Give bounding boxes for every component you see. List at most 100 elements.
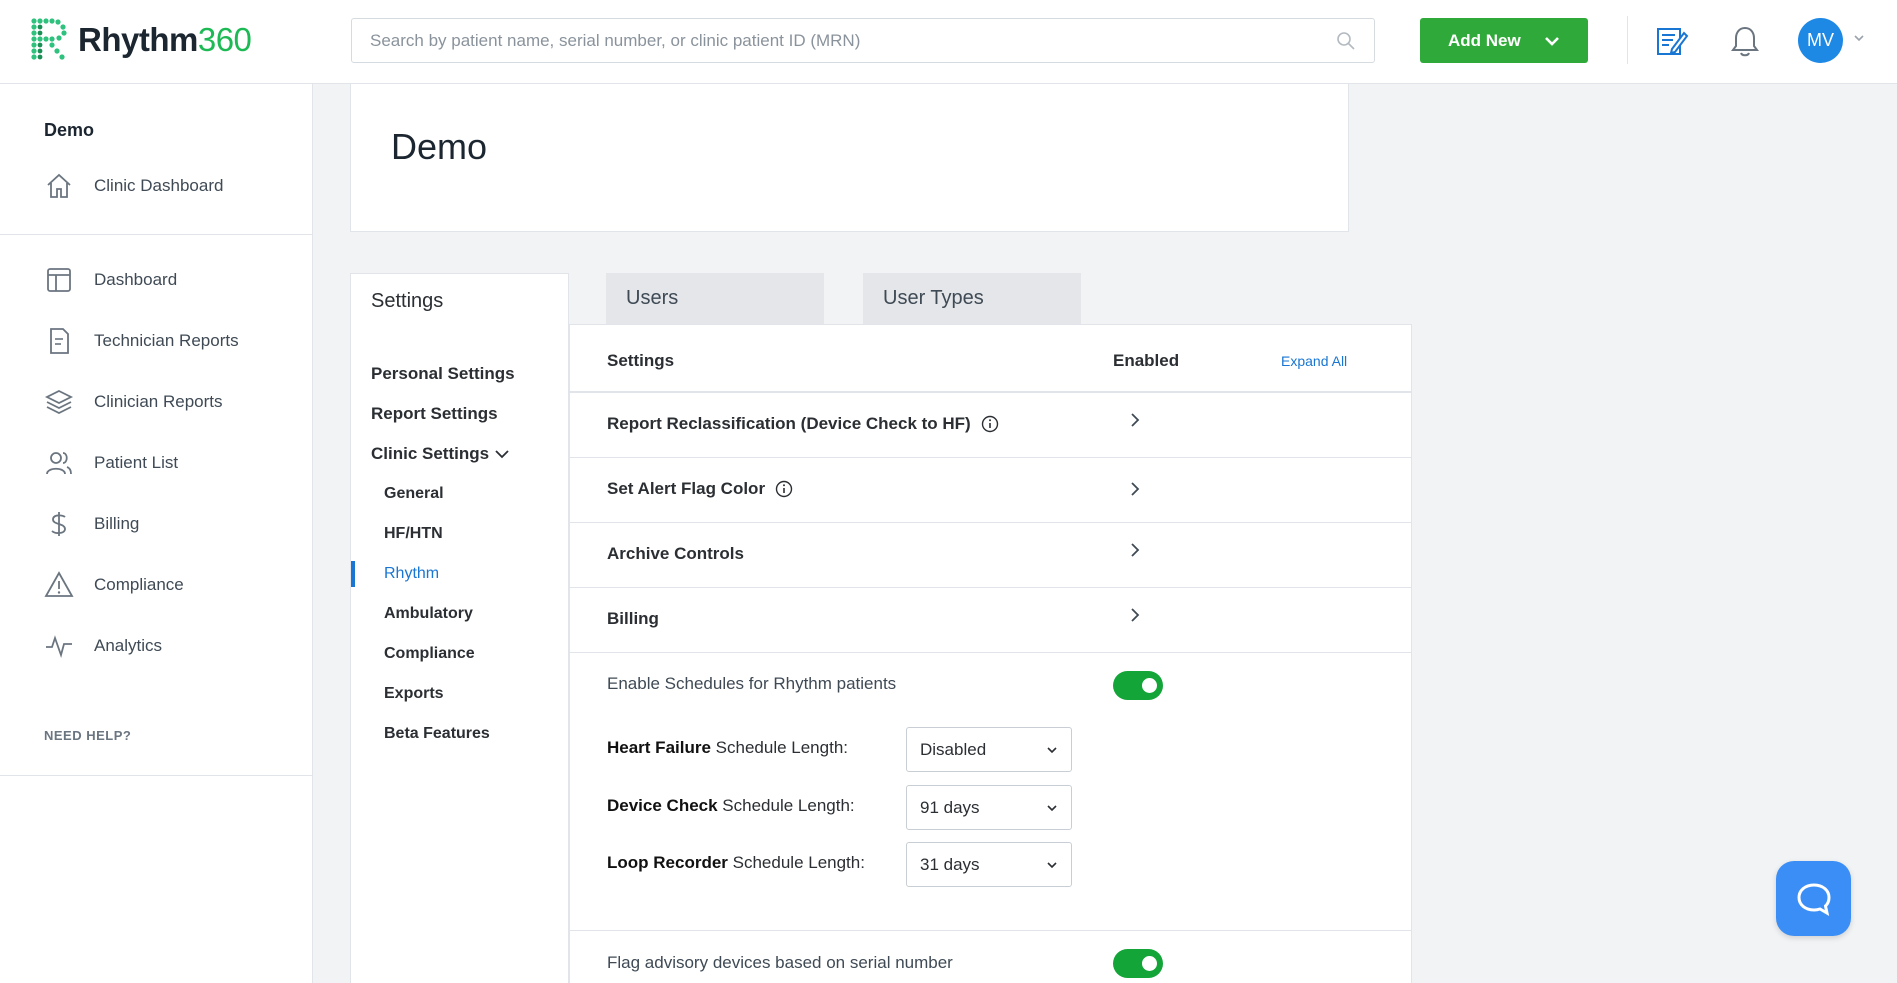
sidebar-item-clinician-reports[interactable]: Clinician Reports — [44, 386, 223, 418]
rhythm-logo-icon — [31, 18, 67, 60]
settings-nav-general[interactable]: General — [384, 485, 444, 503]
settings-nav-compliance[interactable]: Compliance — [384, 645, 475, 663]
settings-table-header: Settings Enabled Expand All — [570, 325, 1411, 393]
page-header: Demo — [350, 84, 1349, 232]
enable-schedules-toggle[interactable] — [1113, 671, 1163, 700]
settings-nav-hf-htn[interactable]: HF/HTN — [384, 525, 443, 543]
device-check-schedule-label: Device Check Schedule Length: — [607, 796, 855, 816]
chevron-down-icon — [495, 450, 509, 459]
setting-row-report-reclassification[interactable]: Report Reclassification (Device Check to… — [570, 393, 1411, 458]
setting-row-label: Archive Controls — [607, 544, 744, 564]
loop-recorder-schedule-select[interactable]: 31 days — [906, 842, 1072, 887]
brand-name: Rhythm — [78, 21, 198, 58]
heart-failure-schedule-label: Heart Failure Schedule Length: — [607, 738, 848, 758]
user-avatar[interactable]: MV — [1798, 18, 1843, 63]
info-icon[interactable] — [775, 480, 793, 498]
user-initials: MV — [1807, 30, 1834, 50]
setting-row-billing[interactable]: Billing — [570, 588, 1411, 653]
tab-label: User Types — [883, 287, 984, 309]
chat-launcher-button[interactable] — [1776, 861, 1851, 936]
sidebar-item-label: Patient List — [94, 453, 179, 472]
column-header-enabled: Enabled — [1113, 351, 1180, 370]
dashboard-icon — [47, 268, 71, 292]
heart-failure-schedule-select[interactable]: Disabled — [906, 727, 1072, 772]
notes-icon[interactable] — [1655, 24, 1689, 58]
chevron-right-icon[interactable] — [1128, 606, 1142, 624]
column-header-settings: Settings — [607, 351, 675, 370]
select-value: 91 days — [920, 797, 980, 817]
layers-icon — [44, 389, 74, 415]
expand-all-link[interactable]: Expand All — [1281, 353, 1347, 369]
sidebar-item-compliance[interactable]: Compliance — [44, 569, 184, 601]
chevron-down-icon[interactable] — [1853, 32, 1865, 44]
chevron-down-icon — [1047, 746, 1057, 753]
settings-nav-report[interactable]: Report Settings — [371, 404, 498, 424]
top-bar: Rhythm360 Search by patient name, serial… — [0, 0, 1897, 84]
sidebar-item-label: Clinician Reports — [94, 392, 223, 411]
setting-row-text: Billing — [607, 609, 659, 628]
sidebar-item-label: Dashboard — [94, 270, 178, 289]
sidebar-item-label: Compliance — [94, 575, 184, 594]
search-placeholder: Search by patient name, serial number, o… — [370, 30, 861, 50]
schedule-label-bold: Device Check — [607, 796, 718, 815]
settings-nav-rhythm[interactable]: Rhythm — [384, 565, 439, 583]
add-new-label: Add New — [1448, 30, 1521, 50]
settings-nav-beta-features[interactable]: Beta Features — [384, 725, 490, 743]
settings-nav-clinic[interactable]: Clinic Settings — [371, 444, 509, 464]
settings-nav-clinic-label: Clinic Settings — [371, 444, 490, 463]
setting-row-label: Set Alert Flag Color — [607, 479, 793, 499]
pulse-icon — [46, 635, 72, 659]
chevron-right-icon[interactable] — [1128, 541, 1142, 559]
setting-row-label: Billing — [607, 609, 659, 629]
setting-row-text: Report Reclassification (Device Check to… — [607, 414, 971, 433]
settings-nav-personal[interactable]: Personal Settings — [371, 364, 515, 384]
sidebar-item-technician-reports[interactable]: Technician Reports — [44, 325, 239, 357]
warning-icon — [44, 571, 74, 597]
schedule-label-rest: Schedule Length: — [727, 853, 865, 872]
schedule-label-bold: Loop Recorder — [607, 853, 728, 872]
add-new-button[interactable]: Add New — [1420, 18, 1588, 63]
tab-user-types[interactable]: User Types — [863, 273, 1081, 324]
chevron-down-icon — [1047, 861, 1057, 868]
sidebar-item-clinic-dashboard[interactable]: Clinic Dashboard — [44, 170, 223, 202]
active-indicator — [351, 561, 355, 587]
settings-nav-title: Settings — [371, 290, 444, 312]
device-check-schedule-select[interactable]: 91 days — [906, 785, 1072, 830]
select-value: 31 days — [920, 854, 980, 874]
brand-wordmark: Rhythm360 — [78, 21, 252, 59]
search-icon[interactable] — [1336, 31, 1356, 51]
schedule-label-rest: Schedule Length: — [717, 796, 855, 815]
chat-bubble-icon — [1796, 882, 1831, 916]
settings-nav-ambulatory[interactable]: Ambulatory — [384, 605, 473, 623]
setting-row-alert-flag-color[interactable]: Set Alert Flag Color — [570, 458, 1411, 523]
settings-panel: Settings Enabled Expand All Report Recla… — [569, 324, 1412, 983]
sidebar-item-billing[interactable]: Billing — [44, 508, 139, 540]
info-icon[interactable] — [981, 415, 999, 433]
chevron-down-icon — [1047, 804, 1057, 811]
setting-row-label: Report Reclassification (Device Check to… — [607, 414, 999, 434]
settings-nav: Settings Personal Settings Report Settin… — [350, 273, 569, 983]
search-input[interactable]: Search by patient name, serial number, o… — [351, 18, 1375, 63]
need-help-link[interactable]: NEED HELP? — [44, 728, 131, 743]
header-divider — [1627, 16, 1628, 64]
select-value: Disabled — [920, 739, 987, 759]
sidebar-divider — [0, 775, 312, 776]
sidebar-item-analytics[interactable]: Analytics — [44, 630, 162, 662]
flag-advisory-toggle[interactable] — [1113, 949, 1163, 978]
tab-users[interactable]: Users — [606, 273, 824, 324]
settings-nav-exports[interactable]: Exports — [384, 685, 444, 703]
sidebar-clinic-name: Demo — [44, 120, 95, 140]
chevron-right-icon[interactable] — [1128, 411, 1142, 429]
setting-row-archive-controls[interactable]: Archive Controls — [570, 523, 1411, 588]
page-title: Demo — [391, 126, 488, 167]
enable-schedules-label: Enable Schedules for Rhythm patients — [607, 674, 897, 693]
notification-bell-icon[interactable] — [1729, 24, 1761, 58]
sidebar-item-label: Analytics — [94, 636, 163, 655]
loop-recorder-schedule-label: Loop Recorder Schedule Length: — [607, 853, 865, 873]
brand-number: 360 — [197, 21, 252, 58]
chevron-right-icon[interactable] — [1128, 480, 1142, 498]
sidebar-item-dashboard[interactable]: Dashboard — [44, 264, 177, 296]
brand-logo[interactable]: Rhythm360 — [28, 16, 252, 64]
dollar-icon — [51, 512, 66, 536]
sidebar-item-patient-list[interactable]: Patient List — [44, 447, 178, 479]
